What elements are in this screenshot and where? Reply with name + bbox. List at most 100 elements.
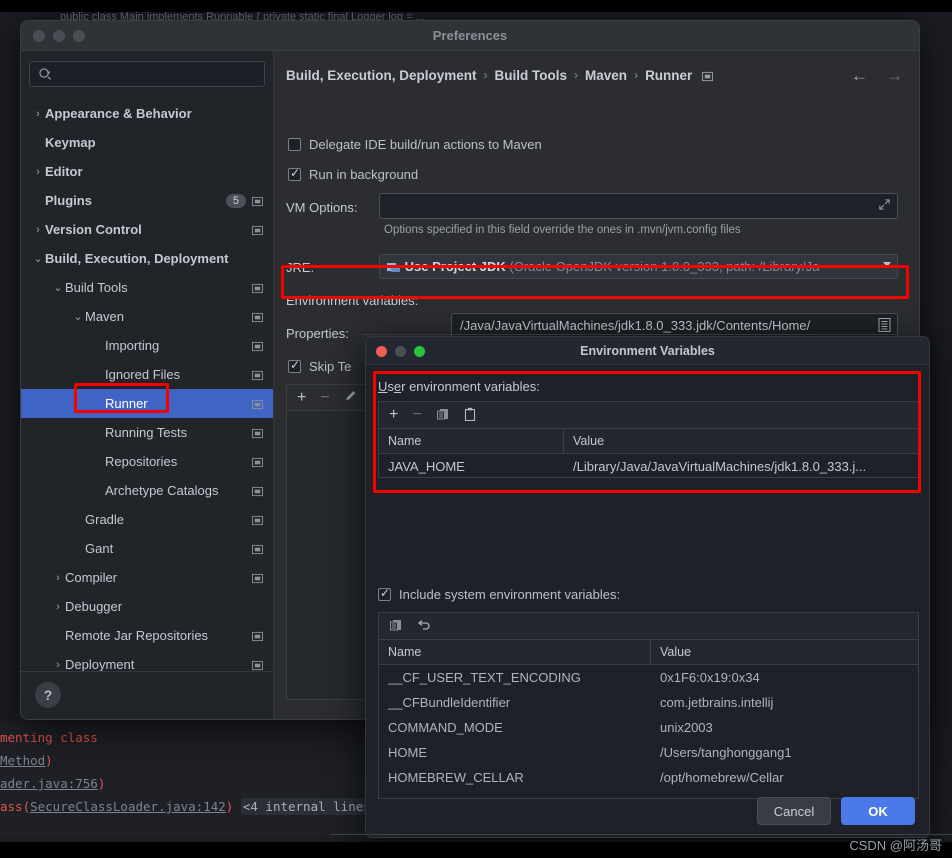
close-icon[interactable] (376, 346, 387, 357)
run-in-background-label: Run in background (309, 167, 419, 182)
sidebar-item-gradle[interactable]: Gradle (21, 505, 273, 534)
column-header-name[interactable]: Name (379, 429, 564, 453)
skip-tests-row[interactable]: Skip Te (288, 358, 351, 374)
project-scope-icon (252, 485, 263, 497)
sidebar-item-repositories[interactable]: Repositories (21, 447, 273, 476)
delegate-ide-build-row[interactable]: Delegate IDE build/run actions to Maven (288, 137, 542, 152)
settings-sidebar: › Appearance & Behavior Keymap › Editor Plugi… (21, 51, 274, 719)
system-env-table[interactable]: Name Value __CF_USER_TEXT_ENCODING 0x1F6:… (378, 639, 919, 799)
run-in-background-row[interactable]: Run in background (288, 166, 419, 182)
vm-options-input[interactable] (379, 193, 898, 219)
chevron-right-icon[interactable]: › (51, 659, 65, 671)
sidebar-item-running-tests[interactable]: Running Tests (21, 418, 273, 447)
minimize-icon[interactable] (395, 346, 406, 357)
column-header-name[interactable]: Name (379, 640, 651, 664)
system-env-toolbar (378, 612, 919, 639)
remove-icon[interactable]: − (412, 407, 421, 423)
copy-icon[interactable] (389, 618, 403, 635)
chevron-right-icon[interactable]: › (31, 166, 45, 178)
breadcrumb-item-2[interactable]: Maven (585, 68, 627, 83)
edit-icon[interactable] (344, 389, 358, 406)
revert-icon[interactable] (417, 618, 432, 635)
maximize-icon[interactable] (73, 30, 85, 42)
remove-icon[interactable]: − (320, 389, 329, 406)
cancel-button[interactable]: Cancel (757, 797, 831, 825)
sidebar-item-label: Archetype Catalogs (105, 483, 219, 498)
sidebar-item-build-execution-deployment[interactable]: ⌄ Build, Execution, Deployment (21, 244, 273, 273)
run-in-background-checkbox[interactable] (288, 166, 301, 181)
copy-icon[interactable] (436, 407, 450, 424)
sidebar-item-appearance-behavior[interactable]: › Appearance & Behavior (21, 99, 273, 128)
chevron-down-icon[interactable] (883, 262, 891, 267)
sidebar-item-version-control[interactable]: › Version Control (21, 215, 273, 244)
chevron-right-icon[interactable]: › (31, 108, 45, 120)
sidebar-item-remote-jar-repositories[interactable]: Remote Jar Repositories (21, 621, 273, 650)
back-arrow-icon[interactable]: ← (851, 67, 868, 84)
expand-icon[interactable] (878, 198, 891, 214)
user-env-table[interactable]: Name Value JAVA_HOME/Library/Java/JavaVi… (378, 428, 919, 478)
table-row[interactable]: HOMEBREW_CELLAR/opt/homebrew/Cellar (379, 765, 918, 790)
chevron-right-icon[interactable]: › (51, 572, 65, 584)
forward-arrow-icon[interactable]: → (886, 67, 903, 84)
project-scope-icon (252, 369, 263, 381)
minimize-icon[interactable] (53, 30, 65, 42)
help-button[interactable]: ? (35, 682, 61, 708)
chevron-down-icon[interactable]: ⌄ (71, 310, 85, 323)
console-link[interactable]: Method (0, 753, 45, 768)
sidebar-item-editor[interactable]: › Editor (21, 157, 273, 186)
sidebar-item-gant[interactable]: Gant (21, 534, 273, 563)
sidebar-item-build-tools[interactable]: ⌄ Build Tools (21, 273, 273, 302)
console-link[interactable]: ader.java:756 (0, 776, 98, 791)
console-text: ass( (0, 799, 31, 814)
chevron-right-icon[interactable]: › (31, 224, 45, 236)
environment-variables-label: Environment variables: (286, 293, 419, 308)
sidebar-item-debugger[interactable]: › Debugger (21, 592, 273, 621)
sidebar-item-compiler[interactable]: › Compiler (21, 563, 273, 592)
column-header-value[interactable]: Value (651, 640, 918, 664)
ok-button[interactable]: OK (841, 797, 915, 825)
chevron-down-icon[interactable]: ⌄ (51, 281, 65, 294)
add-icon[interactable]: + (297, 389, 306, 406)
maximize-icon[interactable] (414, 346, 425, 357)
sidebar-item-label: Importing (105, 338, 160, 353)
table-row[interactable]: HOME/Users/tanghonggang1 (379, 740, 918, 765)
console-line: ader.java:756) (0, 776, 106, 791)
table-row[interactable]: __CF_USER_TEXT_ENCODING 0x1F6:0x19:0x34 (379, 665, 918, 690)
window-controls[interactable] (33, 30, 85, 42)
chevron-down-icon[interactable]: ⌄ (31, 252, 45, 265)
environment-variables-dialog: Environment Variables User environment v… (365, 336, 930, 838)
console-internal-lines[interactable]: <4 internal lines> (240, 798, 372, 815)
add-icon[interactable]: + (389, 407, 398, 423)
sidebar-item-runner[interactable]: Runner (21, 389, 273, 418)
sidebar-item-plugins[interactable]: Plugins 5 (21, 186, 273, 215)
paste-icon[interactable] (464, 407, 476, 424)
include-system-env-row[interactable]: Include system environment variables: (378, 586, 620, 602)
project-scope-icon (252, 311, 263, 323)
column-header-value[interactable]: Value (564, 429, 918, 453)
sidebar-item-archetype-catalogs[interactable]: Archetype Catalogs (21, 476, 273, 505)
sidebar-item-label: Deployment (65, 657, 135, 672)
table-row[interactable]: JAVA_HOME/Library/Java/JavaVirtualMachin… (379, 454, 918, 477)
env-window-controls[interactable] (376, 346, 425, 357)
breadcrumb-item-1[interactable]: Build Tools (495, 68, 568, 83)
user-env-table-body: JAVA_HOME/Library/Java/JavaVirtualMachin… (379, 454, 918, 477)
navigation-arrows: ← → (851, 67, 907, 84)
close-icon[interactable] (33, 30, 45, 42)
sidebar-item-ignored-files[interactable]: Ignored Files (21, 360, 273, 389)
browse-icon[interactable] (878, 318, 891, 335)
search-input[interactable] (29, 61, 265, 87)
system-env-table-body: __CF_USER_TEXT_ENCODING 0x1F6:0x19:0x34 __… (379, 665, 918, 790)
jre-select[interactable]: Use Project JDK (Oracle OpenJDK version … (379, 254, 898, 279)
chevron-right-icon[interactable]: › (51, 601, 65, 613)
sidebar-item-keymap[interactable]: Keymap (21, 128, 273, 157)
breadcrumb-item-3[interactable]: Runner (645, 68, 692, 83)
table-row[interactable]: COMMAND_MODE unix2003 (379, 715, 918, 740)
breadcrumb-item-0[interactable]: Build, Execution, Deployment (286, 68, 477, 83)
table-row[interactable]: __CFBundleIdentifier com.jetbrains.intell… (379, 690, 918, 715)
sidebar-item-importing[interactable]: Importing (21, 331, 273, 360)
console-link[interactable]: SecureClassLoader.java:142 (30, 799, 226, 814)
delegate-ide-build-checkbox[interactable] (288, 138, 301, 151)
include-system-env-checkbox[interactable] (378, 586, 391, 601)
sidebar-item-maven[interactable]: ⌄ Maven (21, 302, 273, 331)
skip-tests-checkbox[interactable] (288, 358, 301, 373)
